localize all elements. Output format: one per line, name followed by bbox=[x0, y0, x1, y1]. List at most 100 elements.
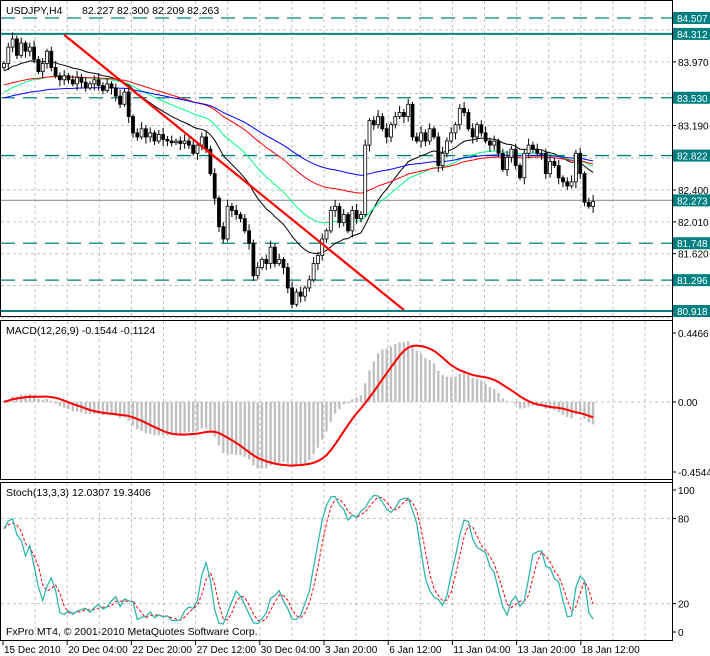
macd-histogram-bar bbox=[200, 401, 203, 429]
price-level-label: 84.507 bbox=[677, 14, 708, 25]
candle-bearish bbox=[36, 58, 41, 73]
price-level-label: 81.748 bbox=[677, 239, 708, 250]
candle-bearish bbox=[58, 75, 62, 81]
candle-bearish bbox=[161, 134, 166, 140]
macd-histogram-bar bbox=[346, 401, 350, 404]
macd-histogram-bar bbox=[278, 401, 281, 463]
candle-bearish bbox=[578, 152, 583, 175]
macd-histogram-bar bbox=[196, 401, 199, 432]
price-level-label: 81.296 bbox=[677, 276, 708, 287]
candle-bearish bbox=[337, 205, 342, 224]
candle-bearish bbox=[96, 79, 101, 86]
candle-bullish bbox=[148, 132, 153, 138]
price-level-label: 82.822 bbox=[677, 152, 708, 163]
macd-histogram-bar bbox=[355, 397, 358, 402]
candle-bearish bbox=[49, 50, 54, 68]
macd-histogram-bar bbox=[222, 401, 225, 454]
candle-bearish bbox=[500, 152, 505, 171]
candle-bearish bbox=[535, 148, 540, 154]
time-axis-label: 15 Dec 2010 bbox=[4, 645, 61, 656]
time-axis-label: 27 Dec 12:00 bbox=[197, 645, 257, 656]
price-level-label: 80.918 bbox=[677, 307, 708, 318]
candle-bullish bbox=[591, 201, 595, 207]
candle-bearish bbox=[561, 177, 565, 183]
macd-histogram-bar bbox=[591, 401, 595, 425]
time-axis-label: 20 Dec 04:00 bbox=[68, 645, 128, 656]
macd-histogram-bar bbox=[376, 353, 380, 402]
macd-histogram-bar bbox=[183, 401, 186, 433]
usdjpy-h4-chart[interactable]: 83.97083.19082.40082.01081.62084.50784.3… bbox=[0, 0, 710, 656]
macd-histogram-bar bbox=[333, 401, 337, 414]
candle-bearish bbox=[53, 67, 58, 77]
macd-histogram-bar bbox=[342, 401, 345, 405]
macd-histogram-bar bbox=[471, 377, 474, 402]
macd-histogram-bar bbox=[41, 399, 44, 402]
candle-bearish bbox=[83, 81, 88, 89]
candle-bearish bbox=[436, 136, 441, 166]
macd-axis-label: 0.00 bbox=[678, 398, 698, 409]
candle-bearish bbox=[251, 242, 256, 277]
macd-histogram-bar bbox=[28, 394, 31, 402]
candle-bearish bbox=[191, 144, 196, 154]
candle-bearish bbox=[410, 103, 415, 138]
candle-bearish bbox=[101, 85, 105, 91]
macd-histogram-bar bbox=[204, 401, 208, 429]
macd-title: MACD(12,26,9) -0.1544 -0.1124 bbox=[6, 325, 155, 337]
macd-histogram-bar bbox=[484, 383, 487, 402]
candle-bearish bbox=[152, 132, 157, 142]
candle-bearish bbox=[217, 197, 221, 228]
candle-bearish bbox=[285, 267, 290, 289]
candle-bullish bbox=[449, 132, 454, 142]
macd-histogram-bar bbox=[514, 401, 517, 405]
candle-bullish bbox=[27, 46, 32, 52]
macd-histogram-bar bbox=[226, 401, 229, 454]
time-axis-label: 18 Jan 12:00 bbox=[582, 645, 640, 656]
time-axis-label: 11 Jan 04:00 bbox=[453, 645, 511, 656]
candle-bullish bbox=[40, 63, 45, 73]
candle-bullish bbox=[341, 214, 346, 224]
candle-bearish bbox=[466, 112, 471, 130]
candle-bullish bbox=[156, 134, 161, 142]
macd-histogram-bar bbox=[480, 380, 483, 402]
candle-bearish bbox=[380, 116, 385, 130]
candle-bullish bbox=[522, 152, 527, 179]
candle-bearish bbox=[118, 95, 122, 105]
price-axis-label: 83.970 bbox=[678, 58, 709, 69]
candle-bullish bbox=[440, 152, 445, 166]
candle-bullish bbox=[225, 205, 230, 240]
candle-bullish bbox=[397, 112, 402, 117]
candle-bearish bbox=[238, 214, 243, 219]
price-level-label: 83.530 bbox=[677, 94, 708, 105]
macd-histogram-bar bbox=[407, 341, 410, 402]
candle-bullish bbox=[199, 136, 204, 146]
candle-bearish bbox=[432, 128, 436, 138]
macd-axis-label: 0.4466 bbox=[678, 329, 709, 340]
candle-bearish bbox=[384, 128, 389, 138]
candle-bullish bbox=[457, 107, 462, 126]
candle-bullish bbox=[453, 124, 458, 134]
candle-bearish bbox=[32, 46, 36, 60]
macd-histogram-bar bbox=[432, 363, 436, 402]
candle-bullish bbox=[427, 128, 432, 142]
macd-histogram-bar bbox=[394, 344, 397, 402]
macd-histogram-bar bbox=[50, 400, 53, 402]
macd-histogram-bar bbox=[415, 350, 418, 402]
macd-histogram-bar bbox=[523, 401, 526, 409]
candle-bullish bbox=[509, 148, 514, 158]
candle-bullish bbox=[62, 75, 67, 81]
stoch-axis-label: 80 bbox=[678, 514, 690, 525]
macd-histogram-bar bbox=[230, 401, 234, 455]
candle-bullish bbox=[328, 210, 333, 232]
candle-bullish bbox=[92, 79, 97, 85]
macd-histogram-bar bbox=[149, 401, 152, 434]
candle-bullish bbox=[195, 144, 200, 154]
symbol-timeframe-label: USDJPY,H4 bbox=[6, 5, 63, 17]
candle-bearish bbox=[204, 136, 209, 150]
macd-histogram-bar bbox=[445, 376, 449, 402]
candle-bearish bbox=[169, 140, 174, 144]
macd-histogram-bar bbox=[359, 395, 363, 402]
candle-bullish bbox=[277, 259, 282, 264]
macd-histogram-bar bbox=[269, 401, 272, 466]
macd-histogram-bar bbox=[325, 401, 328, 432]
candle-bullish bbox=[569, 181, 574, 187]
